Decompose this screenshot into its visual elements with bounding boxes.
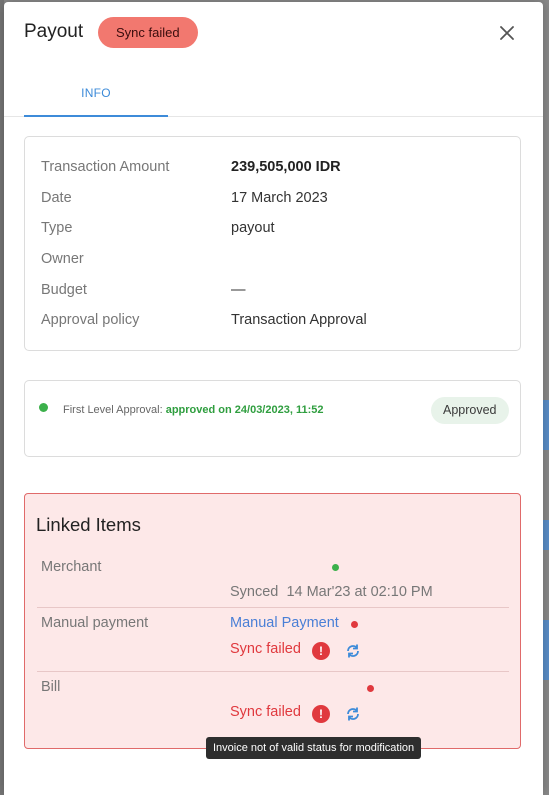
linked-items-title: Linked Items xyxy=(36,514,141,535)
bill-label: Bill xyxy=(41,679,61,695)
type-value: payout xyxy=(231,220,275,236)
payout-modal: Payout Sync failed INFO Transaction Amou… xyxy=(4,2,543,795)
date-value: 17 March 2023 xyxy=(231,190,328,206)
merchant-status-dot xyxy=(332,564,339,571)
budget-value: — xyxy=(231,282,246,298)
error-icon[interactable]: ! xyxy=(312,642,330,660)
merchant-sync-status: Synced 14 Mar'23 at 02:10 PM xyxy=(230,584,433,600)
merchant-label: Merchant xyxy=(41,559,102,575)
bill-status-dot xyxy=(367,685,374,692)
manual-payment-link[interactable]: Manual Payment xyxy=(230,615,339,631)
divider xyxy=(37,607,509,608)
approval-text: First Level Approval: approved on 24/03/… xyxy=(63,404,323,416)
manual-payment-status-dot xyxy=(351,621,358,628)
resync-icon[interactable] xyxy=(344,642,362,660)
error-icon[interactable]: ! xyxy=(312,705,330,723)
close-icon[interactable] xyxy=(496,22,518,44)
resync-icon[interactable] xyxy=(344,705,362,723)
merchant-timestamp: 14 Mar'23 at 02:10 PM xyxy=(286,584,433,600)
owner-label: Owner xyxy=(41,251,84,267)
manual-payment-sync-status: Sync failed xyxy=(230,641,301,657)
error-tooltip: Invoice not of valid status for modifica… xyxy=(206,737,422,759)
date-label: Date xyxy=(41,190,72,206)
approval-level-label: First Level Approval: xyxy=(63,404,163,416)
modal-title: Payout xyxy=(24,21,84,42)
linked-items-panel: Linked Items Merchant Synced 14 Mar'23 a… xyxy=(24,493,521,749)
tab-bar: INFO xyxy=(4,64,543,117)
approval-card: First Level Approval: approved on 24/03/… xyxy=(24,380,521,457)
divider xyxy=(37,671,509,672)
budget-label: Budget xyxy=(41,282,87,298)
approved-badge: Approved xyxy=(431,397,509,424)
bill-sync-status: Sync failed xyxy=(230,704,301,720)
transaction-amount-label: Transaction Amount xyxy=(41,159,170,175)
approval-policy-label: Approval policy xyxy=(41,312,140,328)
transaction-info-card: Transaction Amount 239,505,000 IDR Date … xyxy=(24,136,521,351)
status-badge: Sync failed xyxy=(98,17,198,48)
modal-header: Payout Sync failed xyxy=(4,2,543,64)
type-label: Type xyxy=(41,220,73,236)
transaction-amount-value: 239,505,000 IDR xyxy=(231,159,341,175)
approval-status-text: approved on 24/03/2023, 11:52 xyxy=(165,404,324,416)
approval-policy-value: Transaction Approval xyxy=(231,312,367,328)
approval-status-dot xyxy=(39,403,48,412)
merchant-status-text: Synced xyxy=(230,584,279,600)
manual-payment-label: Manual payment xyxy=(41,615,149,631)
tab-info[interactable]: INFO xyxy=(24,64,168,117)
